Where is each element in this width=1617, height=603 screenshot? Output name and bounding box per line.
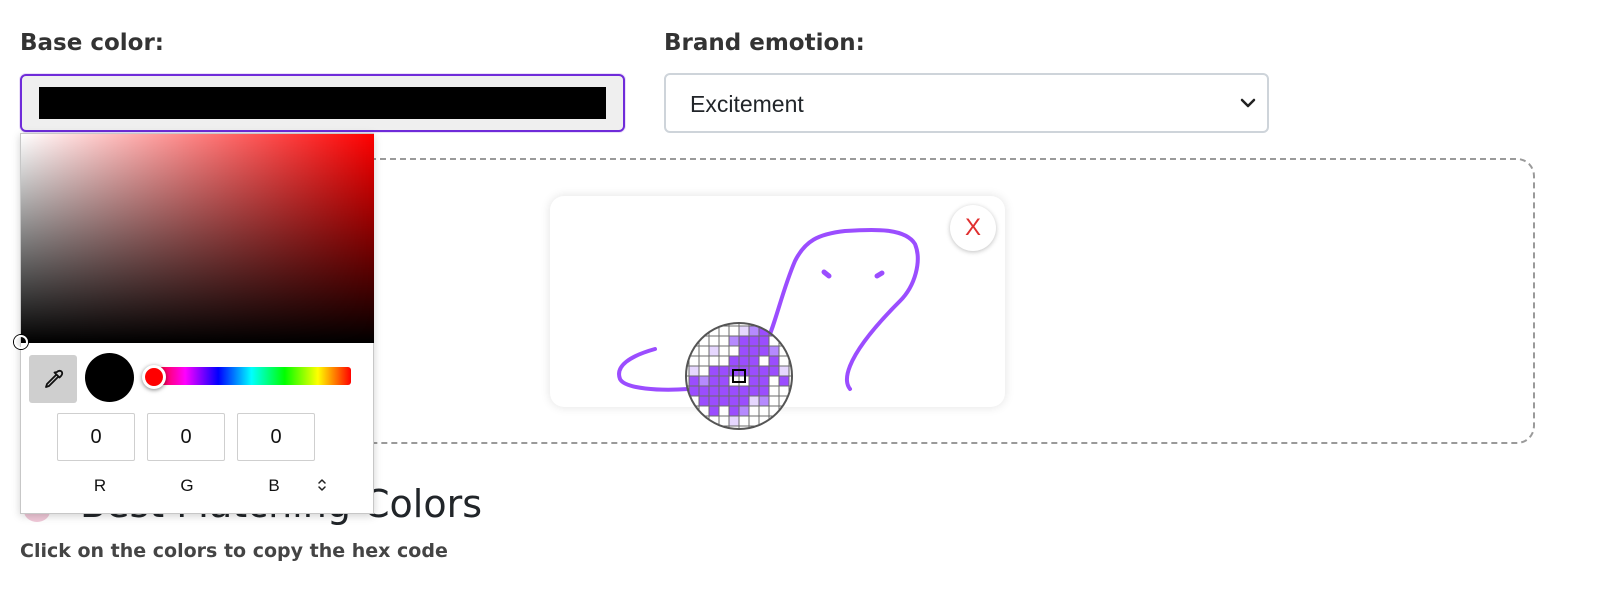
blue-channel-input[interactable]: 0 — [237, 413, 315, 461]
red-channel-input[interactable]: 0 — [57, 413, 135, 461]
results-hint: Click on the colors to copy the hex code — [20, 540, 448, 562]
chevron-down-icon — [1240, 98, 1256, 108]
color-picker-popup: 0 0 0 R G B — [14, 133, 374, 514]
brand-emotion-label: Brand emotion: — [664, 30, 865, 56]
clear-drawing-button[interactable]: X — [950, 205, 996, 251]
color-preview-swatch — [85, 353, 134, 402]
base-color-label: Base color: — [20, 30, 165, 56]
eyedropper-button[interactable] — [29, 355, 77, 403]
red-channel-label: R — [93, 476, 107, 495]
saturation-area[interactable] — [14, 134, 374, 349]
eyedropper-icon — [45, 369, 64, 388]
green-channel-input[interactable]: 0 — [147, 413, 225, 461]
brand-emotion-value: Excitement — [690, 91, 804, 117]
hue-slider[interactable] — [152, 367, 351, 385]
brand-emotion-select[interactable]: Excitement — [664, 73, 1269, 133]
magnifier-loupe — [685, 322, 793, 430]
green-channel-label: G — [180, 476, 194, 495]
chevron-updown-icon[interactable] — [316, 477, 328, 493]
hue-slider-handle[interactable] — [142, 365, 166, 389]
blue-channel-label: B — [268, 476, 280, 495]
saturation-handle[interactable] — [14, 335, 28, 349]
base-color-input[interactable] — [20, 74, 625, 132]
base-color-swatch — [39, 87, 606, 119]
